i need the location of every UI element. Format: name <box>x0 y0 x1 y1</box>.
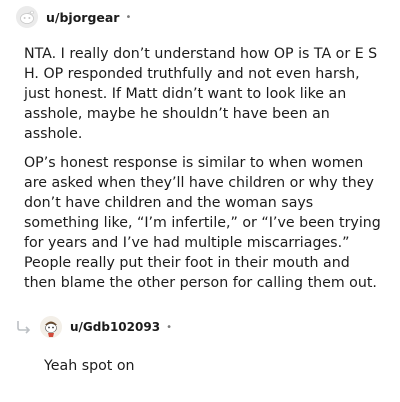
comment-paragraph: NTA. I really don’t understand how OP is… <box>24 46 378 142</box>
reply-username[interactable]: u/Gdb102093 <box>70 320 160 334</box>
meta-separator: • <box>166 321 172 333</box>
default-avatar-icon <box>16 6 38 28</box>
comment-body: NTA. I really don’t understand how OP is… <box>24 44 384 302</box>
comment-paragraph: OP’s honest response is similar to when … <box>24 155 381 291</box>
reply-arrow-icon <box>17 321 31 334</box>
comment-header: u/bjorgear • <box>16 4 131 30</box>
comment-thread: u/bjorgear • NTA. I really don’t underst… <box>0 0 400 402</box>
reply-body: Yeah spot on <box>44 358 135 374</box>
comment-username[interactable]: u/bjorgear <box>46 10 119 25</box>
reply-user-avatar[interactable] <box>40 316 62 338</box>
snoo-avatar-icon <box>40 316 62 338</box>
user-avatar[interactable] <box>16 6 38 28</box>
meta-separator: • <box>125 11 132 23</box>
reply-header: u/Gdb102093 • <box>14 314 172 340</box>
